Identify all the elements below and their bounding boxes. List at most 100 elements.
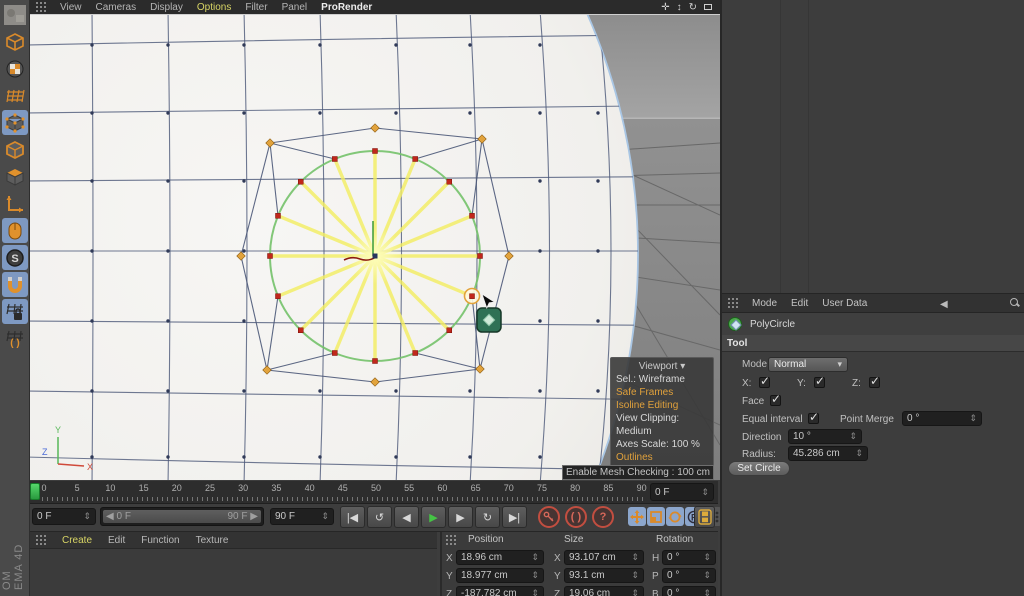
next-key-button[interactable]: ↻: [475, 506, 500, 528]
rotation-h-field[interactable]: 0 °⇕: [662, 550, 716, 565]
overlay-item[interactable]: Isoline Editing: [616, 399, 708, 412]
pan-view-icon[interactable]: ✛: [661, 2, 669, 13]
menu-filter[interactable]: Filter: [245, 2, 267, 13]
timeline-frame-field[interactable]: 0 F⇕: [650, 483, 714, 501]
menu-panel[interactable]: Panel: [282, 2, 308, 13]
current-frame-marker[interactable]: [30, 483, 40, 500]
equal-interval-checkbox[interactable]: ✓: [808, 413, 819, 424]
autokey-button[interactable]: ( ): [565, 506, 587, 528]
z-checkbox[interactable]: ✓: [869, 377, 880, 388]
toggle-view-icon[interactable]: [704, 4, 712, 10]
rotate-view-icon[interactable]: ↻: [689, 2, 697, 13]
model-mode-icon[interactable]: [2, 56, 28, 81]
range-right-arrow-icon[interactable]: ▶: [250, 511, 258, 522]
key-position-button[interactable]: [628, 507, 646, 526]
tab-edit[interactable]: Edit: [108, 535, 125, 546]
overlay-item[interactable]: Sel.: Wireframe: [616, 373, 708, 386]
record-keyframe-button[interactable]: [538, 506, 560, 528]
frame-range-slider[interactable]: ◀ 0 F 90 F ▶: [100, 507, 264, 526]
panel-grip-icon[interactable]: [728, 298, 738, 308]
rotation-b-field[interactable]: 0 °⇕: [662, 586, 716, 596]
rotation-p-field[interactable]: 0 °⇕: [662, 568, 716, 583]
menu-view[interactable]: View: [60, 2, 82, 13]
current-frame-field[interactable]: 0 F⇕: [32, 508, 96, 525]
circle-center-point[interactable]: [373, 254, 378, 259]
stepper-icon[interactable]: ⇕: [80, 511, 91, 522]
stepper-icon[interactable]: ⇕: [318, 511, 329, 522]
zoom-view-icon[interactable]: ↕: [677, 2, 682, 13]
direction-field[interactable]: 10 °⇕: [788, 429, 862, 444]
sphere-object[interactable]: [30, 15, 638, 480]
set-circle-button[interactable]: Set Circle: [728, 461, 790, 476]
edges-mode-icon[interactable]: [2, 137, 28, 162]
tab-texture[interactable]: Texture: [196, 535, 229, 546]
play-button[interactable]: ▶: [421, 506, 446, 528]
position-z-field[interactable]: -187.782 cm⇕: [456, 586, 544, 596]
previous-frame-button[interactable]: ◀: [394, 506, 419, 528]
tool-section-header[interactable]: Tool: [722, 335, 1024, 352]
goto-start-button[interactable]: |◀: [340, 506, 365, 528]
panel-divider: [780, 0, 781, 293]
history-back-icon[interactable]: ◀: [940, 294, 948, 314]
frame-range-handle[interactable]: ◀ 0 F 90 F ▶: [103, 510, 261, 523]
end-frame-field[interactable]: 90 F⇕: [270, 508, 334, 525]
overlay-item[interactable]: Safe Frames: [616, 386, 708, 399]
attr-menu-edit[interactable]: Edit: [791, 298, 808, 309]
panel-grip-icon[interactable]: [36, 535, 46, 545]
panel-grip-icon[interactable]: [446, 535, 456, 545]
position-y-field[interactable]: 18.977 cm⇕: [456, 568, 544, 583]
material-manager-tabs: Create Edit Function Texture: [30, 532, 437, 549]
y-checkbox[interactable]: ✓: [814, 377, 825, 388]
x-checkbox[interactable]: ✓: [759, 377, 770, 388]
coord-axis-label: P: [652, 571, 662, 582]
search-icon[interactable]: [1010, 298, 1020, 308]
radius-field[interactable]: 45.286 cm⇕: [788, 446, 868, 461]
menu-options[interactable]: Options: [197, 2, 231, 13]
render-preview-button[interactable]: [694, 506, 715, 528]
point-merge-field[interactable]: 0 °⇕: [902, 411, 982, 426]
mode-dropdown[interactable]: Normal▾: [768, 357, 848, 372]
texture-mode-icon[interactable]: [2, 83, 28, 108]
stepper-icon[interactable]: ⇕: [698, 487, 709, 498]
tab-function[interactable]: Function: [141, 535, 179, 546]
menu-prorender[interactable]: ProRender: [321, 2, 372, 13]
size-y-field[interactable]: 93.1 cm⇕: [564, 568, 644, 583]
viewport-thumbnail-icon[interactable]: [2, 2, 28, 27]
size-z-field[interactable]: 19.06 cm⇕: [564, 586, 644, 596]
tab-create[interactable]: Create: [62, 535, 92, 546]
key-rotation-button[interactable]: [666, 507, 684, 526]
attr-menu-mode[interactable]: Mode: [752, 298, 777, 309]
make-editable-icon[interactable]: [2, 29, 28, 54]
next-frame-button[interactable]: ▶: [448, 506, 473, 528]
overlay-item[interactable]: Outlines: [616, 451, 708, 464]
overlay-item[interactable]: Axes Scale: 100 %: [616, 438, 708, 451]
previous-key-button[interactable]: ↺: [367, 506, 392, 528]
polygons-mode-icon[interactable]: [2, 164, 28, 189]
timeline-tick-label: 60: [437, 483, 447, 493]
overlay-item[interactable]: View Clipping: Medium: [616, 412, 708, 438]
viewport-menubar: View Cameras Display Options Filter Pane…: [30, 0, 720, 14]
menubar-grip-icon[interactable]: [36, 2, 46, 12]
position-x-field[interactable]: 18.96 cm⇕: [456, 550, 544, 565]
points-mode-icon[interactable]: [2, 110, 28, 135]
face-checkbox[interactable]: ✓: [770, 395, 781, 406]
size-x-field[interactable]: 93.107 cm⇕: [564, 550, 644, 565]
key-scale-button[interactable]: [647, 507, 665, 526]
menu-display[interactable]: Display: [150, 2, 183, 13]
enable-axis-icon[interactable]: [2, 191, 28, 216]
keyframe-selection-button[interactable]: ?: [592, 506, 614, 528]
snap-enable-icon[interactable]: S: [2, 245, 28, 270]
viewport[interactable]: Y X Z Viewport ▾ Sel.: Wireframe Safe Fr…: [30, 14, 720, 480]
workplane-icon[interactable]: ( ): [2, 326, 28, 351]
overlay-title[interactable]: Viewport ▾: [616, 360, 708, 373]
viewport-select-icon[interactable]: [2, 218, 28, 243]
magnet-icon[interactable]: [2, 272, 28, 297]
timeline-bar[interactable]: 051015202530354045505560657075808590 0 F…: [30, 481, 718, 504]
selected-object-row[interactable]: PolyCircle: [722, 313, 1024, 335]
goto-end-button[interactable]: ▶|: [502, 506, 527, 528]
attr-menu-userdata[interactable]: User Data: [822, 298, 867, 309]
range-left-arrow-icon[interactable]: ◀: [106, 511, 114, 522]
menu-cameras[interactable]: Cameras: [96, 2, 137, 13]
lock-workplane-icon[interactable]: [2, 299, 28, 324]
timeline-ruler[interactable]: 051015202530354045505560657075808590: [30, 481, 648, 504]
